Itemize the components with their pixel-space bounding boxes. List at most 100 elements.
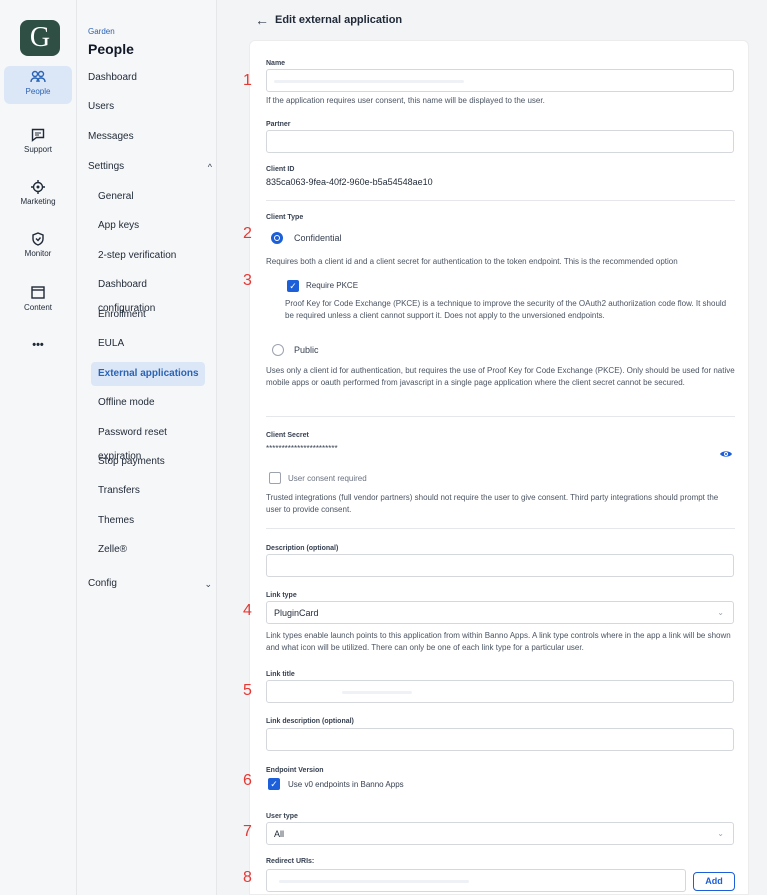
- public-radio[interactable]: [272, 344, 284, 356]
- divider: [266, 416, 735, 417]
- annotation-marker: 1: [243, 72, 252, 89]
- description-input[interactable]: [266, 554, 734, 577]
- name-help: If the application requires user consent…: [266, 96, 545, 105]
- name-input[interactable]: [266, 69, 734, 92]
- link-type-label: Link type: [266, 592, 297, 599]
- endpoint-version-label: Endpoint Version: [266, 767, 324, 774]
- nav-item-themes[interactable]: Themes: [91, 509, 205, 533]
- nav-item-dashboard-configuration[interactable]: Dashboard configuration: [91, 273, 205, 314]
- link-title-input[interactable]: [266, 680, 734, 703]
- nav-kicker: Garden: [88, 27, 115, 36]
- rail-item-content[interactable]: Content: [4, 282, 72, 320]
- nav-item-general[interactable]: General: [91, 185, 205, 209]
- user-type-select[interactable]: All ⌄: [266, 822, 734, 845]
- nav-item-messages[interactable]: Messages: [88, 127, 134, 147]
- rail-item-people[interactable]: People: [4, 66, 72, 104]
- pkce-desc: Proof Key for Code Exchange (PKCE) is a …: [285, 299, 727, 320]
- redacted-value: [274, 80, 464, 83]
- back-arrow-icon[interactable]: ←: [255, 12, 269, 28]
- use-v0-endpoints-label: Use v0 endpoints in Banno Apps: [288, 780, 404, 789]
- nav-item-users[interactable]: Users: [88, 97, 114, 117]
- more-icon: •••: [32, 339, 44, 351]
- annotation-marker: 8: [243, 869, 252, 886]
- annotation-marker: 7: [243, 823, 252, 840]
- client-secret-value: ***********************: [266, 444, 338, 453]
- add-redirect-uri-button[interactable]: Add: [693, 872, 735, 891]
- rail-item-monitor[interactable]: Monitor: [4, 228, 72, 266]
- nav-item-label: Config: [88, 578, 117, 589]
- redacted-value: [342, 691, 412, 694]
- shield-icon: [4, 232, 72, 248]
- nav-item-zelle[interactable]: Zelle®: [91, 538, 205, 562]
- confidential-label: Confidential: [294, 233, 342, 243]
- annotation-marker: 3: [243, 272, 252, 289]
- require-pkce-label: Require PKCE: [306, 281, 359, 290]
- rail-label: People: [25, 87, 51, 96]
- chevron-down-icon: ⌄: [717, 608, 724, 617]
- chevron-down-icon: ⌄: [717, 829, 724, 838]
- link-type-help: Link types enable launch points to this …: [266, 631, 731, 652]
- rail-label: Content: [23, 303, 53, 312]
- user-type-label: User type: [266, 813, 298, 820]
- nav-item-password-reset-expiration[interactable]: Password reset expiration: [91, 421, 205, 462]
- rail-label: Support: [23, 145, 53, 154]
- redirect-uris-label: Redirect URIs:: [266, 858, 315, 865]
- nav-item-offline-mode[interactable]: Offline mode: [91, 391, 205, 415]
- consent-checkbox[interactable]: [269, 472, 281, 484]
- client-secret-label: Client Secret: [266, 432, 309, 439]
- nav-item-external-applications[interactable]: External applications: [91, 362, 205, 386]
- divider: [266, 200, 735, 201]
- name-label: Name: [266, 60, 286, 67]
- client-id-label: Client ID: [266, 166, 295, 173]
- rail-item-support[interactable]: Support: [4, 124, 72, 162]
- annotation-marker: 6: [243, 772, 252, 789]
- nav-item-dashboard[interactable]: Dashboard: [88, 68, 137, 88]
- nav-item-config[interactable]: Config ⌄: [88, 574, 216, 594]
- target-icon: [4, 180, 72, 196]
- rail-label: Marketing: [20, 197, 56, 206]
- confidential-desc: Requires both a client id and a client s…: [266, 257, 678, 266]
- page-header: ← Edit external application: [217, 0, 767, 40]
- confidential-radio[interactable]: [271, 232, 283, 244]
- chat-icon: [4, 128, 72, 144]
- link-type-select[interactable]: PluginCard ⌄: [266, 601, 734, 624]
- annotation-marker: 2: [243, 225, 252, 242]
- rail-item-marketing[interactable]: Marketing: [4, 176, 72, 214]
- nav-item-settings[interactable]: Settings ^: [88, 157, 216, 177]
- link-title-label: Link title: [266, 671, 295, 678]
- form-card: [249, 40, 749, 895]
- nav-item-2-step-verification[interactable]: 2-step verification: [91, 244, 205, 268]
- link-description-input[interactable]: [266, 728, 734, 751]
- nav-item-transfers[interactable]: Transfers: [91, 479, 205, 503]
- nav-item-enrollment[interactable]: Enrollment: [91, 303, 205, 327]
- nav-item-stop-payments[interactable]: Stop payments: [91, 450, 205, 474]
- app-logo[interactable]: G: [20, 20, 60, 56]
- nav-item-eula[interactable]: EULA: [91, 332, 205, 356]
- nav-item-app-keys[interactable]: App keys: [91, 214, 205, 238]
- rail-item-more[interactable]: •••: [4, 335, 72, 373]
- user-type-value: All: [274, 829, 285, 839]
- eye-icon[interactable]: [719, 446, 733, 457]
- settings-nav: Garden People Dashboard Users Messages S…: [77, 0, 217, 895]
- description-label: Description (optional): [266, 545, 339, 552]
- require-pkce-checkbox[interactable]: ✓: [287, 280, 299, 292]
- nav-item-label: Settings: [88, 161, 125, 172]
- public-desc: Uses only a client id for authentication…: [266, 366, 735, 387]
- link-type-value: PluginCard: [274, 608, 319, 618]
- public-label: Public: [294, 345, 319, 355]
- link-description-label: Link description (optional): [266, 718, 354, 725]
- redacted-value: [279, 880, 469, 883]
- redirect-uri-input[interactable]: [266, 869, 686, 892]
- people-icon: [4, 70, 72, 86]
- annotation-marker: 5: [243, 682, 252, 699]
- client-id-value: 835ca063-9fea-40f2-960e-b5a54548ae10: [266, 177, 433, 187]
- divider: [266, 528, 735, 529]
- page-title: Edit external application: [275, 14, 403, 26]
- window-icon: [4, 286, 72, 302]
- client-type-label: Client Type: [266, 214, 304, 221]
- partner-input[interactable]: [266, 130, 734, 153]
- chevron-up-icon: ^: [207, 162, 212, 172]
- icon-rail: G People Support Marketing Monitor Conte…: [0, 0, 77, 895]
- nav-title: People: [88, 41, 134, 57]
- use-v0-endpoints-checkbox[interactable]: ✓: [268, 778, 280, 790]
